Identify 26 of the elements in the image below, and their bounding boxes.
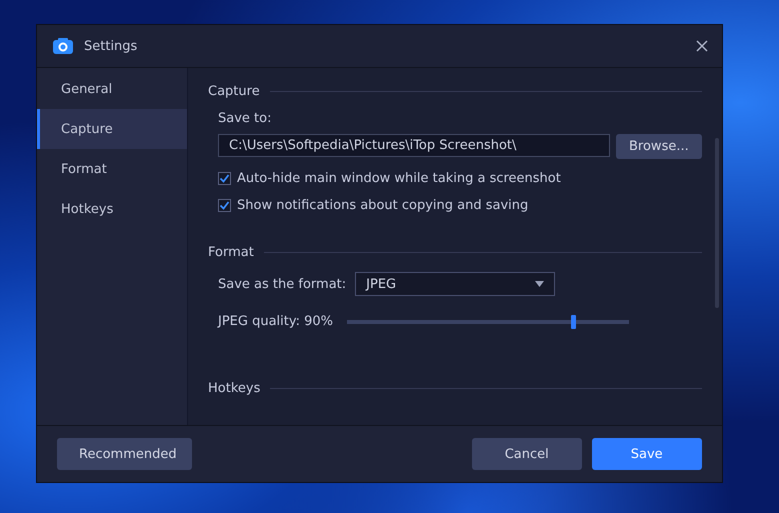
section-heading: Hotkeys: [208, 381, 260, 396]
close-icon[interactable]: [694, 38, 710, 54]
browse-button[interactable]: Browse...: [616, 134, 702, 159]
field-label: Save as the format:: [218, 276, 346, 292]
cancel-button[interactable]: Cancel: [472, 438, 582, 470]
scrollbar[interactable]: [714, 138, 719, 308]
sidebar-item[interactable]: Format: [37, 149, 187, 189]
sidebar-item[interactable]: Hotkeys: [37, 189, 187, 229]
window-title: Settings: [84, 38, 138, 54]
slider-thumb[interactable]: [570, 314, 576, 328]
format-dropdown[interactable]: JPEG: [355, 272, 556, 296]
section-heading: Format: [208, 245, 254, 260]
path-field[interactable]: C:\Users\Softpedia\Pictures\iTop Screenshot\: [218, 134, 610, 157]
dropdown-caret-icon: [535, 281, 544, 287]
section-heading: Capture: [208, 84, 260, 99]
recommended-button[interactable]: Recommended: [57, 438, 192, 470]
field-label: JPEG quality: 90%: [218, 314, 334, 329]
sidebar-item[interactable]: Capture: [37, 109, 187, 149]
checkbox-label: Auto-hide main window while taking a screenshot: [237, 171, 561, 186]
sidebar-item[interactable]: General: [37, 69, 187, 109]
field-label: Save to:: [218, 111, 272, 126]
checkbox[interactable]: [218, 199, 231, 212]
checkbox-label: Show notifications about copying and saving: [237, 198, 528, 213]
camera-icon: [52, 37, 74, 55]
checkbox[interactable]: [218, 172, 231, 185]
save-button[interactable]: Save: [592, 438, 702, 470]
